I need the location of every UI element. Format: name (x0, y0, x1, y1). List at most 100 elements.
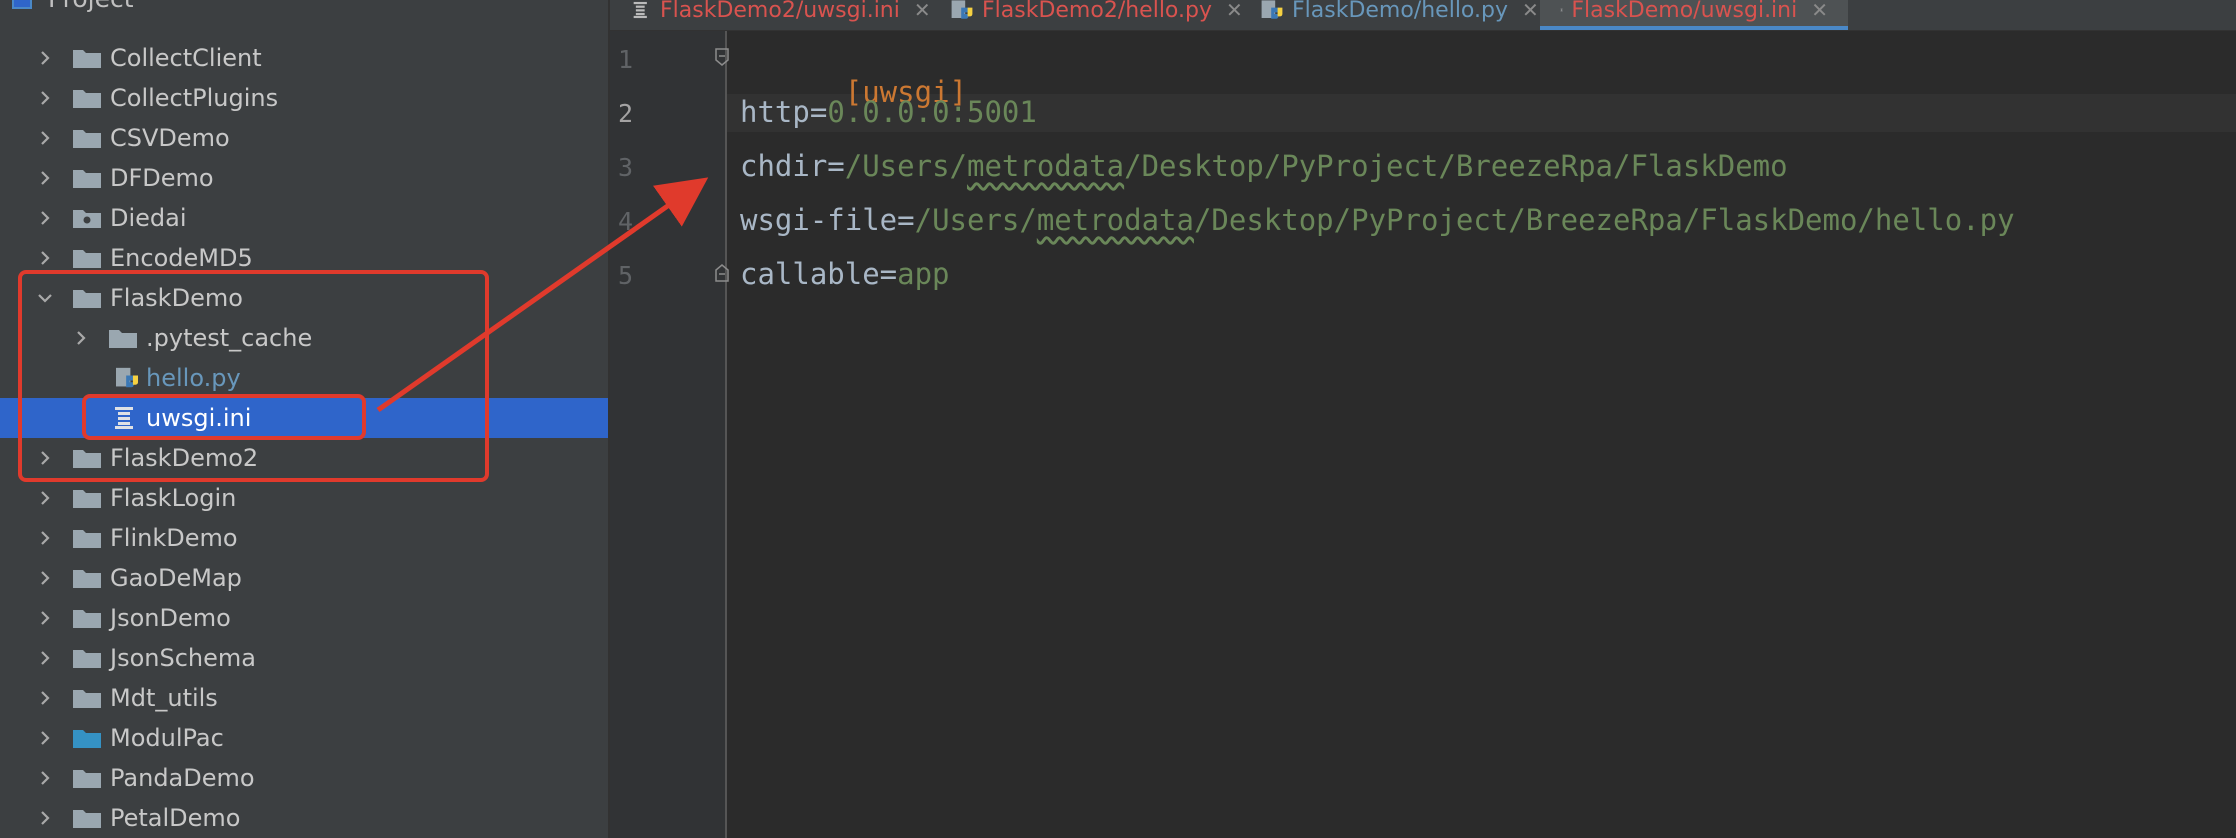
chevron-right-icon[interactable] (35, 248, 55, 268)
editor-tab-bar: FlaskDemo2/uwsgi.ini ✕ FlaskDemo2/hello.… (610, 0, 2236, 31)
folder-icon (73, 690, 101, 708)
chevron-right-icon[interactable] (35, 728, 55, 748)
minimize-icon[interactable]: — (566, 0, 592, 2)
tree-item-diedai[interactable]: Diedai (0, 198, 608, 238)
tree-item-label: FlaskDemo2 (110, 444, 259, 472)
folder-icon (73, 530, 101, 548)
code-editor[interactable]: 1 2 3 4 5 [uwsgi] http=0.0.0.0:5001 chdi… (610, 31, 2236, 838)
tree-item-label: DFDemo (110, 164, 214, 192)
tree-item-label: uwsgi.ini (146, 404, 252, 432)
tab-flaskdemo2-uwsgi-ini[interactable]: FlaskDemo2/uwsgi.ini ✕ (630, 0, 931, 30)
folder-icon (73, 450, 101, 468)
tree-item-label: JsonSchema (110, 644, 256, 672)
tree-item-label: CollectPlugins (110, 84, 279, 112)
line-number: 5 (618, 261, 634, 290)
tab-flaskdemo2-hello-py[interactable]: FlaskDemo2/hello.py ✕ (950, 0, 1243, 30)
collapse-all-icon[interactable]: ⇈ (448, 0, 470, 2)
project-sidebar: Project ▼ ⊕ ⇊ ⇈ ⚙ — CollectClient Collec… (0, 0, 610, 838)
tree-item-label: GaoDeMap (110, 564, 242, 592)
ini-file-icon (115, 407, 133, 429)
package-folder-icon (73, 210, 101, 228)
close-icon[interactable]: ✕ (1522, 0, 1539, 22)
config-value: app (897, 257, 950, 291)
expand-all-icon[interactable]: ⇊ (394, 0, 416, 2)
tree-item-collectclient[interactable]: CollectClient (0, 38, 608, 78)
tree-item-label: PandaDemo (110, 764, 255, 792)
chevron-down-icon[interactable]: ▼ (164, 0, 181, 1)
folder-icon (73, 610, 101, 628)
tree-item-flaskdemo2[interactable]: FlaskDemo2 (0, 438, 608, 478)
line-number: 2 (618, 99, 634, 128)
chevron-right-icon[interactable] (71, 328, 91, 348)
tree-item-csvdemo[interactable]: CSVDemo (0, 118, 608, 158)
chevron-right-icon[interactable] (35, 488, 55, 508)
tree-item-gaodemap[interactable]: GaoDeMap (0, 558, 608, 598)
gear-icon[interactable]: ⚙ (514, 0, 537, 2)
tab-flaskdemo-uwsgi-ini[interactable]: FlaskDemo/uwsgi.ini ✕ (1540, 0, 1848, 30)
tree-item-collectplugins[interactable]: CollectPlugins (0, 78, 608, 118)
tab-label: FlaskDemo2/hello.py (982, 0, 1212, 23)
chevron-right-icon[interactable] (35, 808, 55, 828)
chevron-right-icon[interactable] (35, 448, 55, 468)
tree-item-label: FlinkDemo (110, 524, 238, 552)
close-icon[interactable]: ✕ (914, 0, 931, 22)
tree-item-flinkdemo[interactable]: FlinkDemo (0, 518, 608, 558)
line-gutter: 1 2 3 4 5 (610, 31, 726, 838)
tab-label: FlaskDemo/hello.py (1292, 0, 1508, 23)
tree-item-label: JsonDemo (110, 604, 231, 632)
tree-item-label: CollectClient (110, 44, 262, 72)
tree-item-label: CSVDemo (110, 124, 230, 152)
tree-item-encodemd5[interactable]: EncodeMD5 (0, 238, 608, 278)
tree-item-label: PetalDemo (110, 804, 241, 832)
chevron-right-icon[interactable] (35, 768, 55, 788)
tree-item-dfdemo[interactable]: DFDemo (0, 158, 608, 198)
tree-item-label: hello.py (146, 364, 241, 392)
tree-item-label: Diedai (110, 204, 187, 232)
chevron-right-icon[interactable] (35, 688, 55, 708)
tree-item-pandademo[interactable]: PandaDemo (0, 758, 608, 798)
tree-item-flasklogin[interactable]: FlaskLogin (0, 478, 608, 518)
chevron-right-icon[interactable] (35, 48, 55, 68)
fold-marker-icon[interactable] (714, 48, 730, 66)
tree-item-jsondemo[interactable]: JsonDemo (0, 598, 608, 638)
tree-item-jsonschema[interactable]: JsonSchema (0, 638, 608, 678)
tree-item-flaskdemo[interactable]: FlaskDemo (0, 278, 608, 318)
tree-item-pytest-cache[interactable]: .pytest_cache (0, 318, 608, 358)
config-key: callable= (740, 257, 898, 291)
chevron-right-icon[interactable] (35, 528, 55, 548)
project-title[interactable]: Project (48, 0, 134, 13)
project-panel-header: Project ▼ ⊕ ⇊ ⇈ ⚙ — (0, 0, 608, 20)
code-line-2: http=0.0.0.0:5001 (740, 95, 1037, 129)
tab-flaskdemo-hello-py[interactable]: FlaskDemo/hello.py ✕ (1260, 0, 1539, 30)
ide-window: Project ▼ ⊕ ⇊ ⇈ ⚙ — CollectClient Collec… (0, 0, 2236, 838)
code-line-4: wsgi-file=/Users/metrodata/Desktop/PyPro… (740, 203, 2015, 237)
python-file-icon (951, 0, 973, 19)
tree-item-label: ModulPac (110, 724, 224, 752)
chevron-down-icon[interactable] (35, 288, 55, 308)
gutter-divider (725, 31, 727, 838)
chevron-right-icon[interactable] (35, 608, 55, 628)
fold-marker-icon[interactable] (714, 264, 730, 282)
config-value: 0.0.0.0:5001 (827, 95, 1037, 129)
locate-icon[interactable]: ⊕ (340, 0, 362, 2)
tree-item-modulpac[interactable]: ModulPac (0, 718, 608, 758)
tree-item-mdt-utils[interactable]: Mdt_utils (0, 678, 608, 718)
chevron-right-icon[interactable] (35, 88, 55, 108)
close-icon[interactable]: ✕ (1226, 0, 1243, 22)
chevron-right-icon[interactable] (35, 208, 55, 228)
tree-item-hello-py[interactable]: hello.py (0, 358, 608, 398)
tree-item-petaldemo[interactable]: PetalDemo (0, 798, 608, 838)
project-icon (12, 0, 32, 9)
tree-item-uwsgi-ini[interactable]: uwsgi.ini (0, 398, 608, 438)
ini-file-icon (633, 1, 647, 19)
chevron-right-icon[interactable] (35, 568, 55, 588)
chevron-right-icon[interactable] (35, 128, 55, 148)
config-key: wsgi-file= (740, 203, 915, 237)
close-icon[interactable]: ✕ (1811, 0, 1828, 22)
folder-icon (73, 50, 101, 68)
chevron-right-icon[interactable] (35, 168, 55, 188)
chevron-right-icon[interactable] (35, 648, 55, 668)
folder-icon (73, 770, 101, 788)
tree-item-label: EncodeMD5 (110, 244, 253, 272)
folder-icon (73, 90, 101, 108)
